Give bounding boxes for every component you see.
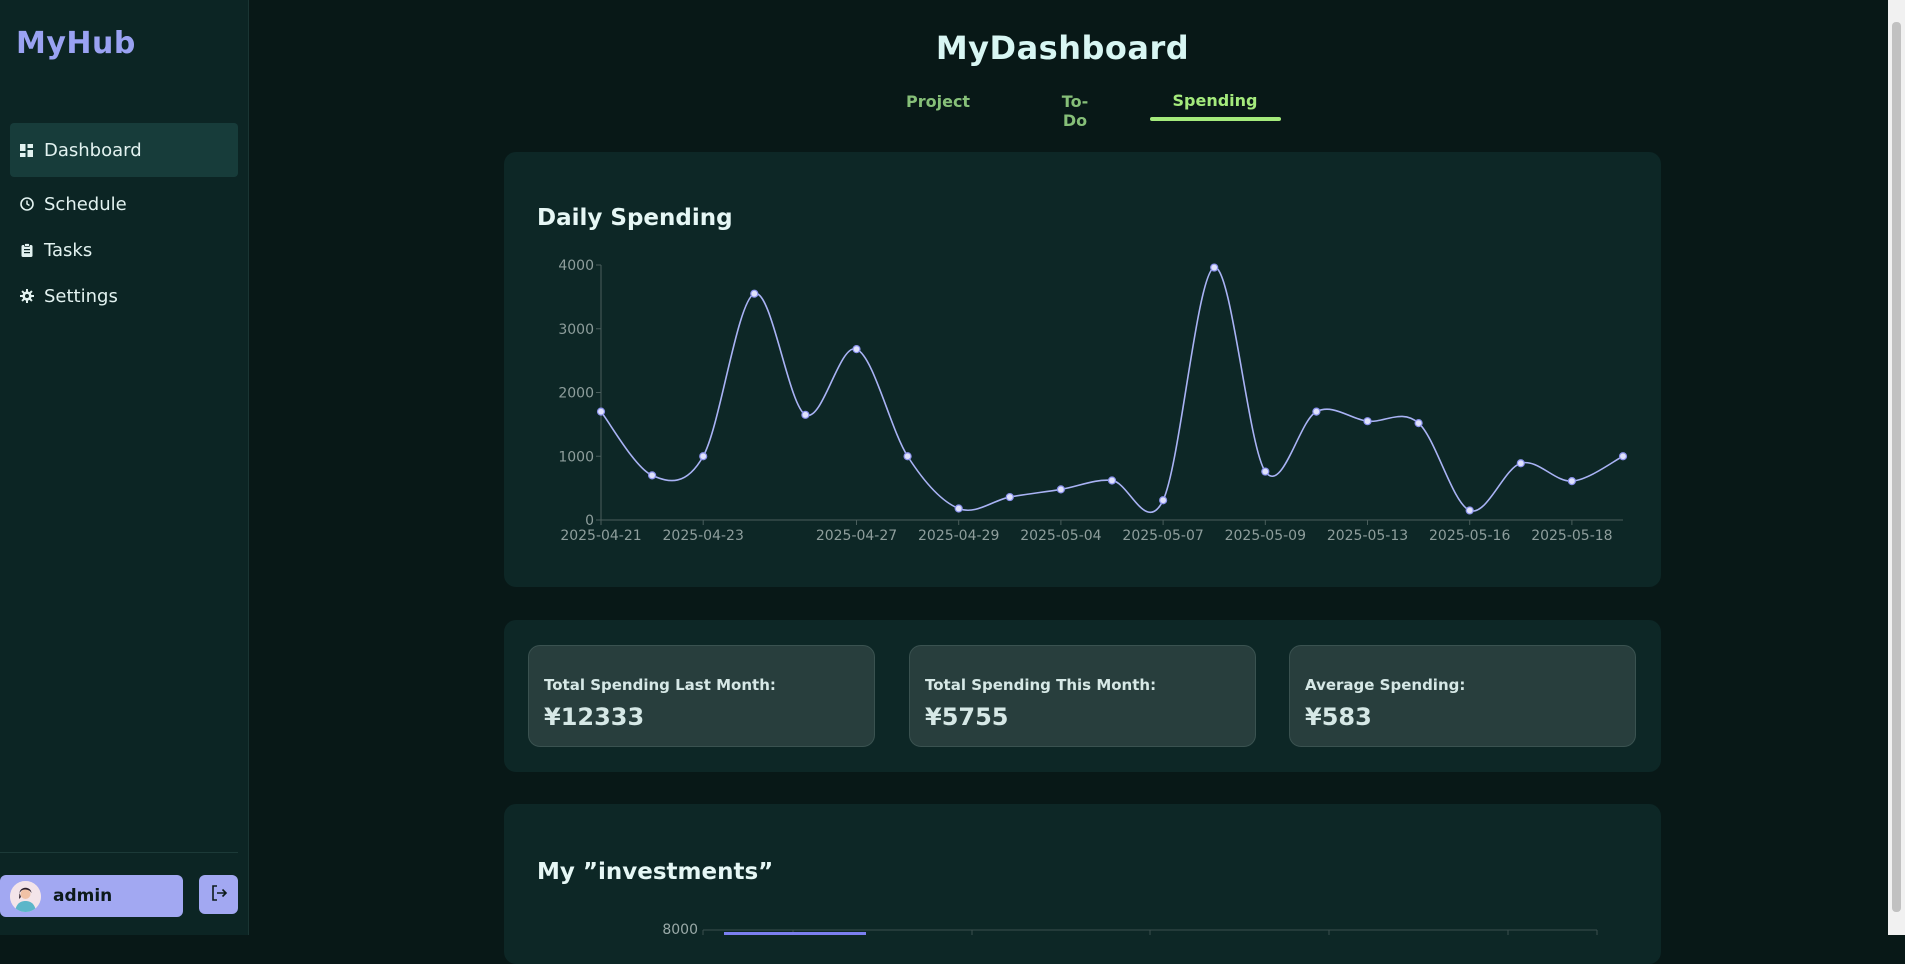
- data-point: [699, 452, 708, 461]
- x-tick-label: 2025-05-04: [1020, 528, 1101, 544]
- sidebar-item-dashboard[interactable]: Dashboard: [10, 123, 238, 177]
- page-scrollbar[interactable]: [1888, 0, 1905, 935]
- sidebar-item-settings[interactable]: Settings: [10, 269, 238, 323]
- stat-this-month: Total Spending This Month: ¥5755: [909, 645, 1256, 747]
- data-point: [1312, 407, 1321, 416]
- stat-value: ¥12333: [544, 703, 645, 731]
- logout-icon: [210, 884, 228, 906]
- user-profile-button[interactable]: admin: [0, 875, 183, 917]
- x-tick-label: 2025-04-29: [918, 528, 999, 544]
- data-point: [903, 452, 912, 461]
- clock-icon: [19, 197, 34, 212]
- data-point: [801, 410, 810, 419]
- y-tick-label: 4000: [558, 258, 594, 274]
- sidebar-item-label: Schedule: [44, 193, 127, 215]
- sidebar-item-label: Tasks: [44, 239, 93, 261]
- data-point: [1567, 477, 1577, 486]
- ytick-label: 8000: [662, 922, 698, 935]
- data-point: [1107, 476, 1117, 485]
- data-point: [1465, 506, 1474, 515]
- tab-active-indicator: [1150, 117, 1281, 121]
- daily-spending-chart[interactable]: 0 1000 2000 3000 4000 2025-04-21 2025-04-23 202…: [504, 152, 1661, 587]
- x-tick-label: 2025-05-13: [1327, 528, 1408, 544]
- stat-last-month: Total Spending Last Month: ¥12333: [528, 645, 875, 747]
- investments-card: My ”investments” 8000: [504, 804, 1661, 964]
- scrollbar-thumb[interactable]: [1892, 22, 1901, 912]
- stat-value: ¥5755: [925, 703, 1009, 731]
- page-title: MyDashboard: [935, 29, 1190, 67]
- data-point: [1516, 459, 1525, 468]
- data-point: [954, 504, 963, 513]
- sidebar-divider: [0, 852, 238, 853]
- stat-label: Total Spending Last Month:: [544, 676, 776, 694]
- data-point: [1005, 492, 1014, 502]
- data-point: [648, 471, 657, 480]
- y-tick-label: 2000: [558, 386, 594, 402]
- avatar-icon: [10, 880, 41, 912]
- data-point: [1056, 485, 1066, 494]
- data-point: [1210, 263, 1219, 272]
- x-tick-label: 2025-05-18: [1531, 528, 1612, 544]
- data-point: [596, 407, 606, 416]
- x-tick-label: 2025-04-27: [816, 528, 897, 544]
- username: admin: [53, 886, 113, 906]
- x-tick-label: 2025-05-09: [1225, 528, 1306, 544]
- gear-icon: [19, 289, 34, 304]
- x-tick-label: 2025-04-23: [663, 528, 744, 544]
- logout-button[interactable]: [199, 875, 238, 914]
- data-point: [1261, 467, 1270, 476]
- x-tick-label: 2025-05-07: [1122, 528, 1203, 544]
- sidebar-item-label: Settings: [44, 285, 118, 307]
- data-point: [1158, 496, 1168, 505]
- stat-average: Average Spending: ¥583: [1289, 645, 1636, 747]
- x-tick-label: 2025-05-16: [1429, 528, 1510, 544]
- data-point: [852, 345, 861, 354]
- y-tick-label: 3000: [558, 322, 594, 338]
- data-point: [1618, 452, 1628, 461]
- y-tick-label: 0: [585, 513, 594, 529]
- investments-chart[interactable]: 8000: [504, 804, 1661, 935]
- tab-project[interactable]: Project: [906, 92, 970, 111]
- x-tick-label: 2025-04-21: [560, 528, 641, 544]
- clipboard-icon: [19, 243, 34, 258]
- data-point: [1414, 419, 1423, 428]
- stat-label: Average Spending:: [1305, 676, 1466, 694]
- sidebar-item-label: Dashboard: [44, 139, 142, 161]
- dashboard-icon: [19, 143, 34, 158]
- sidebar: MyHub Dashboard Schedule Tasks Settings …: [0, 0, 249, 935]
- tab-to-do[interactable]: To-Do: [1052, 92, 1098, 130]
- stat-value: ¥583: [1305, 703, 1372, 731]
- series-line: [600, 266, 1624, 514]
- data-point: [1363, 417, 1372, 426]
- stat-label: Total Spending This Month:: [925, 676, 1157, 694]
- data-point: [750, 289, 759, 298]
- tab-spending[interactable]: Spending: [1170, 91, 1260, 110]
- daily-spending-card: Daily Spending 0 1000 2000 3000 4000 2025-04-…: [504, 152, 1661, 587]
- y-tick-label: 1000: [558, 449, 594, 465]
